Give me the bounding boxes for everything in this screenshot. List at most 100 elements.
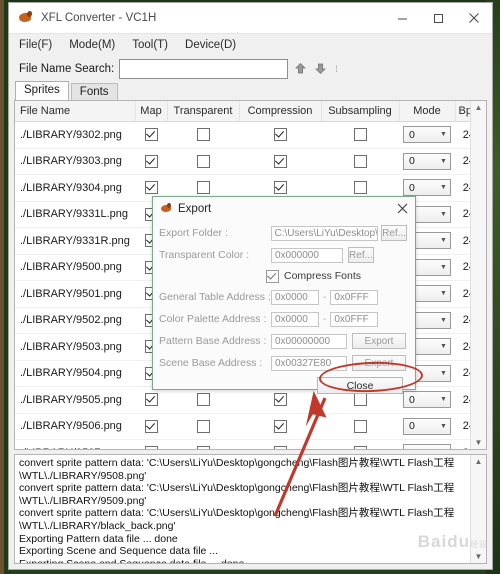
map-checkbox[interactable] — [144, 446, 158, 449]
header-transparent[interactable]: Transparent — [167, 101, 240, 122]
color-palette-address-from[interactable]: 0x0000 — [271, 311, 319, 327]
color-palette-address-to[interactable]: 0x0FFF — [330, 311, 379, 327]
arrow-up-icon[interactable] — [293, 61, 308, 77]
compression-checkbox[interactable] — [273, 446, 287, 449]
mode-dropdown[interactable]: 0▼ — [403, 444, 451, 449]
scroll-down-icon[interactable]: ▼ — [475, 436, 483, 449]
cell-map[interactable] — [135, 121, 167, 149]
subsampling-checkbox[interactable] — [353, 419, 367, 433]
compress-fonts-row: Compress Fonts — [159, 266, 407, 286]
toolbar-overflow-icon[interactable]: ⁞ — [335, 64, 338, 74]
cell-mode[interactable]: 0▼ — [399, 121, 455, 149]
cell-mode[interactable]: 0▼ — [399, 413, 455, 440]
general-table-address-to[interactable]: 0x0FFF — [330, 289, 379, 305]
mode-dropdown[interactable]: 0▼ — [403, 179, 451, 197]
transparent-color-ref-button[interactable]: Ref... — [348, 247, 374, 263]
general-table-address-from[interactable]: 0x0000 — [271, 289, 319, 305]
menu-item-tool[interactable]: Tool(T) — [132, 39, 168, 51]
subsampling-checkbox[interactable] — [353, 446, 367, 449]
header-subsampling[interactable]: Subsampling — [321, 101, 400, 122]
scroll-up-icon[interactable]: ▲ — [475, 455, 483, 468]
map-checkbox[interactable] — [144, 419, 158, 433]
scroll-up-icon[interactable]: ▲ — [475, 101, 483, 114]
transparent-checkbox[interactable] — [196, 419, 210, 433]
compression-checkbox[interactable] — [273, 393, 287, 407]
transparent-checkbox[interactable] — [196, 446, 210, 449]
cell-compression[interactable] — [239, 439, 321, 449]
export-folder-ref-button[interactable]: Ref... — [381, 225, 407, 241]
cell-compression[interactable] — [239, 413, 321, 440]
cell-compression[interactable] — [239, 148, 321, 175]
map-checkbox[interactable] — [144, 181, 158, 195]
transparent-checkbox[interactable] — [196, 128, 210, 142]
pattern-base-export-button[interactable]: Export — [352, 333, 406, 349]
cell-subsampling[interactable] — [321, 148, 399, 175]
export-dialog-close-icon[interactable] — [389, 197, 415, 220]
cell-subsampling[interactable] — [321, 413, 399, 440]
close-icon[interactable] — [456, 3, 492, 33]
table-row[interactable]: ./LIBRARY/9507.png0▼2412825.00 — [15, 439, 486, 449]
table-row[interactable]: ./LIBRARY/9302.png0▼2425612.50 — [15, 121, 486, 149]
cell-file-name: ./LIBRARY/9504.png — [15, 360, 135, 387]
cell-mode[interactable]: 0▼ — [399, 439, 455, 449]
cell-transparent[interactable] — [167, 413, 239, 440]
compression-checkbox[interactable] — [273, 181, 287, 195]
subsampling-checkbox[interactable] — [353, 393, 367, 407]
menu-item-mode[interactable]: Mode(M) — [69, 39, 115, 51]
cell-compression[interactable] — [239, 121, 321, 149]
search-input[interactable] — [119, 58, 289, 79]
header-compression[interactable]: Compression — [239, 101, 322, 122]
arrow-down-icon[interactable] — [313, 61, 328, 77]
cell-mode[interactable]: 0▼ — [399, 148, 455, 175]
mode-dropdown[interactable]: 0▼ — [403, 126, 451, 144]
cell-subsampling[interactable] — [321, 121, 399, 149]
map-checkbox[interactable] — [144, 154, 158, 168]
transparent-color-row: Transparent Color : 0x000000 Ref... — [159, 244, 407, 266]
cell-file-name: ./LIBRARY/9502.png — [15, 307, 135, 334]
cell-transparent[interactable] — [167, 121, 239, 149]
pattern-base-address-field[interactable]: 0x00000000 — [271, 333, 347, 349]
chevron-down-icon: ▼ — [440, 237, 447, 245]
menu-item-device[interactable]: Device(D) — [185, 39, 236, 51]
tab-fonts[interactable]: Fonts — [70, 83, 118, 100]
cell-transparent[interactable] — [167, 439, 239, 449]
menu-item-file[interactable]: File(F) — [19, 39, 52, 51]
compression-checkbox[interactable] — [273, 419, 287, 433]
header-mode[interactable]: Mode — [399, 101, 456, 122]
header-file-name[interactable]: File Name — [15, 101, 136, 122]
cell-map[interactable] — [135, 148, 167, 175]
map-checkbox[interactable] — [144, 128, 158, 142]
transparent-color-field[interactable]: 0x000000 — [271, 247, 343, 263]
compression-checkbox[interactable] — [273, 154, 287, 168]
export-folder-field[interactable]: C:\Users\LiYu\Desktop\gongcheng\ — [270, 225, 379, 241]
pattern-base-address-row: Pattern Base Address : 0x00000000 Export — [159, 330, 407, 352]
transparent-checkbox[interactable] — [196, 181, 210, 195]
table-vertical-scrollbar[interactable]: ▲ ▼ — [470, 101, 486, 449]
menu-bar: File(F) Mode(M) Tool(T) Device(D) — [9, 34, 492, 56]
scene-base-address-field[interactable]: 0x00327E80 — [271, 355, 347, 371]
cell-subsampling[interactable] — [321, 439, 399, 449]
cell-map[interactable] — [135, 413, 167, 440]
table-row[interactable]: ./LIBRARY/9303.png0▼247228.13 — [15, 148, 486, 175]
map-checkbox[interactable] — [144, 393, 158, 407]
header-map[interactable]: Map — [135, 101, 168, 122]
compress-fonts-checkbox[interactable] — [266, 269, 279, 283]
subsampling-checkbox[interactable] — [353, 154, 367, 168]
sprites-table-panel: File Name Map Transparent Compression Su… — [14, 100, 487, 450]
tab-sprites[interactable]: Sprites — [15, 81, 69, 100]
transparent-checkbox[interactable] — [196, 393, 210, 407]
table-row[interactable]: ./LIBRARY/9506.png0▼2416832.81 — [15, 413, 486, 440]
minimize-icon[interactable] — [384, 3, 420, 33]
subsampling-checkbox[interactable] — [353, 181, 367, 195]
maximize-icon[interactable] — [420, 3, 456, 33]
compression-checkbox[interactable] — [273, 128, 287, 142]
scene-base-export-button[interactable]: Export — [352, 355, 406, 371]
mode-dropdown[interactable]: 0▼ — [403, 417, 451, 435]
cell-transparent[interactable] — [167, 148, 239, 175]
subsampling-checkbox[interactable] — [353, 128, 367, 142]
color-palette-address-row: Color Palette Address : 0x0000 - 0x0FFF — [159, 308, 407, 330]
export-dialog-close-button[interactable]: Close — [317, 377, 403, 394]
cell-map[interactable] — [135, 439, 167, 449]
transparent-checkbox[interactable] — [196, 154, 210, 168]
mode-dropdown[interactable]: 0▼ — [403, 152, 451, 170]
